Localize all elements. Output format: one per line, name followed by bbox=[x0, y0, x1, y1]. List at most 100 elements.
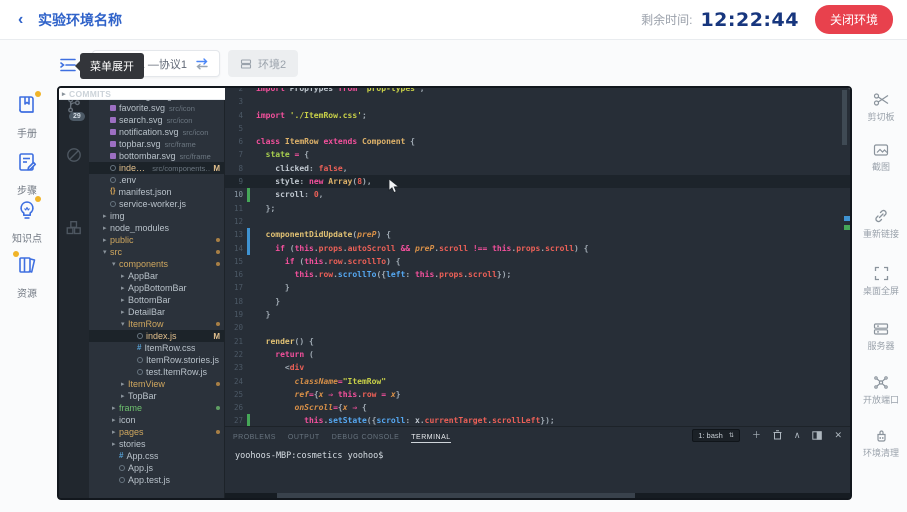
code-line[interactable]: 26 onScroll={x ⇒ { bbox=[225, 401, 850, 414]
code-line[interactable]: 21 render() { bbox=[225, 335, 850, 348]
code-line[interactable]: 18 } bbox=[225, 295, 850, 308]
close-panel-icon[interactable]: ✕ bbox=[834, 430, 842, 440]
folder-row[interactable]: ▸ItemView bbox=[89, 378, 224, 390]
file-row[interactable]: bottombar.svgsrc/frame bbox=[89, 150, 224, 162]
item-name: search.svg bbox=[119, 115, 163, 125]
code-line[interactable]: 22 return ( bbox=[225, 348, 850, 361]
code-line[interactable]: 2import PropTypes from 'prop-types'; bbox=[225, 88, 850, 95]
code-line[interactable]: 12 bbox=[225, 215, 850, 228]
new-terminal-icon[interactable]: ＋ bbox=[752, 430, 761, 440]
remaining-time-label: 剩余时间: bbox=[641, 11, 692, 28]
file-row[interactable]: notification.svgsrc/icon bbox=[89, 126, 224, 138]
swap-icon[interactable] bbox=[195, 58, 209, 70]
git-gutter-mark bbox=[247, 135, 250, 148]
folder-row[interactable]: ▸DetailBar bbox=[89, 306, 224, 318]
code-line[interactable]: 3 bbox=[225, 95, 850, 108]
folder-row[interactable]: ▸AppBar bbox=[89, 270, 224, 282]
sidebar-item-knowledge[interactable]: 知识点 bbox=[0, 198, 54, 245]
code-editor[interactable]: 2import PropTypes from 'prop-types';34im… bbox=[225, 88, 850, 426]
folder-row[interactable]: ▾ItemRow bbox=[89, 318, 224, 330]
panel-tab-problems[interactable]: PROBLEMS bbox=[233, 434, 276, 441]
file-row[interactable]: .env bbox=[89, 174, 224, 186]
folder-row[interactable]: ▾src bbox=[89, 246, 224, 258]
code-line[interactable]: 4import './ItemRow.css'; bbox=[225, 109, 850, 122]
back-chevron-icon[interactable]: ‹ bbox=[18, 11, 38, 29]
code-line[interactable]: 25 ref={x ⇒ this.row = x} bbox=[225, 388, 850, 401]
code-line[interactable]: 14 if (this.props.autoScroll && preP.scr… bbox=[225, 242, 850, 255]
code-line[interactable]: 24 className="ItemRow" bbox=[225, 375, 850, 388]
file-row[interactable]: #App.css bbox=[89, 450, 224, 462]
folder-row[interactable]: ▸img bbox=[89, 210, 224, 222]
editor-scrollbar-thumb[interactable] bbox=[842, 90, 847, 145]
code-line[interactable]: 9 style: new Array(8), bbox=[225, 175, 850, 188]
folder-row[interactable]: ▸BottomBar bbox=[89, 294, 224, 306]
tool-env-cleanup[interactable]: 环境清理 bbox=[855, 428, 907, 459]
line-number: 13 bbox=[225, 228, 247, 241]
code-line[interactable]: 7 state = { bbox=[225, 148, 850, 161]
shell-select[interactable]: 1: bash ⇅ bbox=[692, 429, 740, 442]
code-line[interactable]: 23 <div bbox=[225, 361, 850, 374]
code-line[interactable]: 20 bbox=[225, 321, 850, 334]
tree-section-header[interactable]: ▸COMMITS bbox=[89, 88, 225, 100]
file-row[interactable]: index.jsM bbox=[89, 330, 224, 342]
code-line[interactable]: 5 bbox=[225, 122, 850, 135]
code-line[interactable]: 15 if (this.row.scrollTo) { bbox=[225, 255, 850, 268]
sidebar-item-resources[interactable]: 资源 bbox=[0, 253, 54, 300]
code-line[interactable]: 10 scroll: 0, bbox=[225, 188, 850, 201]
horizontal-scrollbar-thumb[interactable] bbox=[277, 493, 635, 498]
code-line[interactable]: 8 clicked: false, bbox=[225, 162, 850, 175]
tool-relink[interactable]: 重新链接 bbox=[855, 208, 907, 240]
file-row[interactable]: search.svgsrc/icon bbox=[89, 114, 224, 126]
line-number: 26 bbox=[225, 401, 247, 414]
panel-tab-debug-console[interactable]: DEBUG CONSOLE bbox=[332, 434, 400, 441]
tool-screenshot[interactable]: 截图 bbox=[855, 143, 907, 173]
svgf-file-icon bbox=[110, 105, 116, 111]
folder-row[interactable]: ▸TopBar bbox=[89, 390, 224, 402]
code-line[interactable]: 6class ItemRow extends Component { bbox=[225, 135, 850, 148]
tool-open-ports[interactable]: 开放端口 bbox=[855, 375, 907, 406]
folder-row[interactable]: ▸stories bbox=[89, 438, 224, 450]
file-row[interactable]: topbar.svgsrc/frame bbox=[89, 138, 224, 150]
file-row[interactable]: {}manifest.json bbox=[89, 186, 224, 198]
item-name: pages bbox=[119, 427, 144, 437]
kill-terminal-icon[interactable] bbox=[773, 430, 782, 440]
close-environment-button[interactable]: 关闭环境 bbox=[815, 5, 893, 34]
extensions-icon[interactable] bbox=[65, 220, 83, 238]
folder-row[interactable]: ▾components bbox=[89, 258, 224, 270]
folder-row[interactable]: ▸frame bbox=[89, 402, 224, 414]
tool-fullscreen[interactable]: 桌面全屏 bbox=[855, 266, 907, 297]
change-dot bbox=[216, 238, 220, 242]
file-row[interactable]: service-worker.js bbox=[89, 198, 224, 210]
folder-row[interactable]: ▸AppBottomBar bbox=[89, 282, 224, 294]
code-line[interactable]: 11 }; bbox=[225, 202, 850, 215]
code-line[interactable]: 19 } bbox=[225, 308, 850, 321]
debug-icon[interactable] bbox=[65, 146, 83, 164]
panel-tab-output[interactable]: OUTPUT bbox=[288, 434, 320, 441]
file-row[interactable]: ItemRow.stories.js bbox=[89, 354, 224, 366]
file-row[interactable]: App.test.js bbox=[89, 474, 224, 486]
tab-environment-2[interactable]: 环境2 bbox=[228, 50, 298, 77]
file-row[interactable]: #ItemRow.css bbox=[89, 342, 224, 354]
code-line[interactable]: 16 this.row.scrollTo({left: this.props.s… bbox=[225, 268, 850, 281]
file-row[interactable]: favorite.svgsrc/icon bbox=[89, 102, 224, 114]
horizontal-scrollbar[interactable] bbox=[225, 493, 850, 498]
git-gutter-mark bbox=[247, 175, 250, 188]
code-line[interactable]: 13 componentDidUpdate(preP) { bbox=[225, 228, 850, 241]
tool-clipboard[interactable]: 剪切板 bbox=[855, 92, 907, 123]
sidebar-item-manual[interactable]: 手册 bbox=[0, 93, 54, 140]
maximize-panel-icon[interactable]: ∧ bbox=[794, 430, 801, 440]
folder-row[interactable]: ▸node_modules bbox=[89, 222, 224, 234]
file-row[interactable]: App.js bbox=[89, 462, 224, 474]
folder-row[interactable]: ▸public bbox=[89, 234, 224, 246]
sidebar-item-steps[interactable]: 步骤 bbox=[0, 150, 54, 197]
terminal-prompt[interactable]: yoohoos-MBP:cosmetics yoohoo$ bbox=[225, 443, 850, 469]
file-row[interactable]: index.jssrc/components…M bbox=[89, 162, 224, 174]
folder-row[interactable]: ▸icon bbox=[89, 414, 224, 426]
code-line[interactable]: 17 } bbox=[225, 281, 850, 294]
tool-server[interactable]: 服务器 bbox=[855, 322, 907, 352]
file-row[interactable]: test.ItemRow.js bbox=[89, 366, 224, 378]
code-line[interactable]: 27 this.setState({scroll: x.currentTarge… bbox=[225, 414, 850, 426]
folder-row[interactable]: ▸pages bbox=[89, 426, 224, 438]
panel-tab-terminal[interactable]: TERMINAL bbox=[411, 434, 450, 443]
split-terminal-icon[interactable] bbox=[812, 431, 822, 440]
